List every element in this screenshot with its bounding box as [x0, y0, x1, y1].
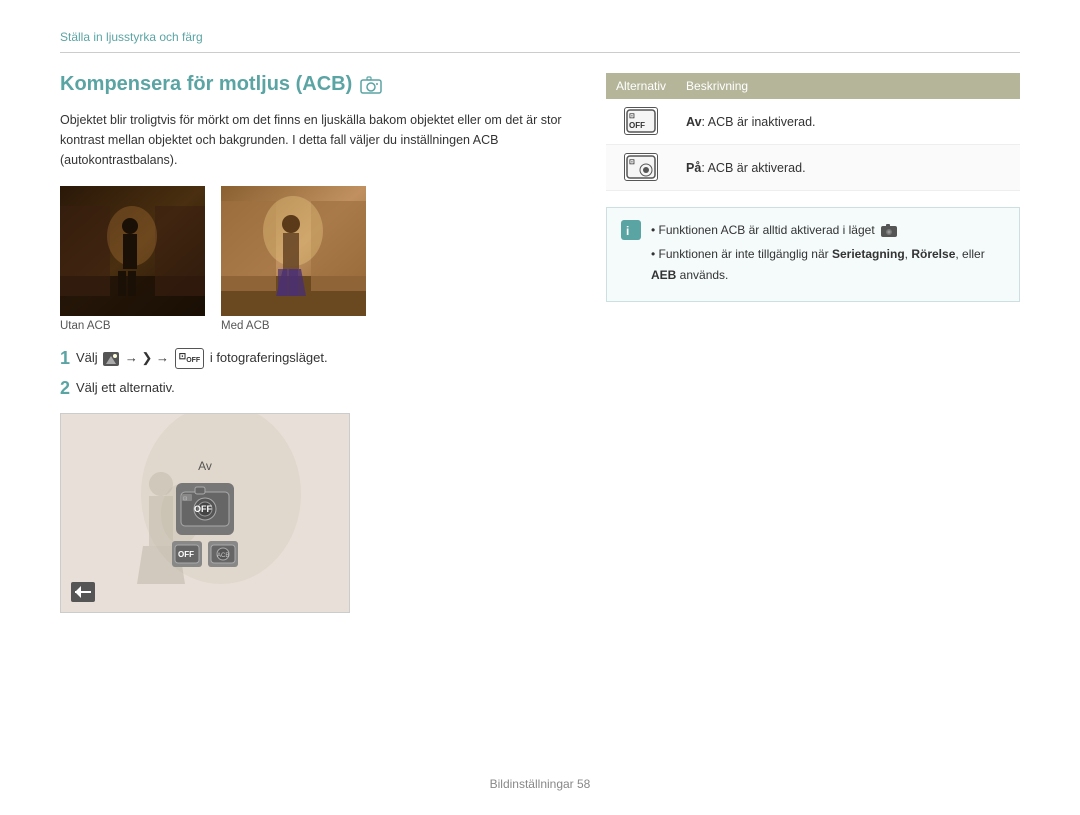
- steps: 1 Välj → ❯ → ⊡OFF: [60, 348, 566, 399]
- photo-label-with: Med ACB: [221, 320, 366, 332]
- dark-photo-svg: [60, 186, 205, 316]
- scene-mode-icon: [103, 352, 119, 366]
- pa-desc: : ACB är aktiverad.: [701, 161, 805, 175]
- table-cell-desc-off: Av: ACB är inaktiverad.: [676, 99, 1020, 145]
- on-icon-svg: ⊡: [626, 155, 656, 179]
- preview-back-button[interactable]: [71, 582, 95, 602]
- svg-text:⊡: ⊡: [629, 159, 635, 166]
- alternatives-table: Alternativ Beskrivning ⊡ OFF: [606, 73, 1020, 191]
- note-bold-serietagning: Serietagning: [832, 247, 905, 261]
- step-2: 2 Välj ett alternativ.: [60, 378, 566, 400]
- table-row: ⊡ På: ACB är aktiverad.: [606, 145, 1020, 191]
- av-bold: Av: [686, 115, 702, 129]
- photo-label-without: Utan ACB: [60, 320, 205, 332]
- svg-text:ACB: ACB: [217, 553, 229, 559]
- note-line-1: • Funktionen ACB är alltid aktiverad i l…: [651, 220, 1005, 240]
- step-1-number: 1: [60, 348, 70, 370]
- step-2-number: 2: [60, 378, 70, 400]
- step-1: 1 Välj → ❯ → ⊡OFF: [60, 348, 566, 370]
- preview-small-icons-row: OFF ACB: [172, 541, 238, 567]
- note-bold-rorelse: Rörelse: [911, 247, 955, 261]
- back-arrow-icon: [74, 585, 92, 599]
- preview-large-acb-icon[interactable]: OFF ⊡: [176, 483, 234, 535]
- camera-preview-box: Av OFF: [60, 413, 350, 613]
- note-line-2: • Funktionen är inte tillgänglig när Ser…: [651, 244, 1005, 285]
- table-row: ⊡ OFF Av: ACB är inaktiverad.: [606, 99, 1020, 145]
- table-cell-icon-on: ⊡: [606, 145, 676, 191]
- title-text: Kompensera för motljus (ACB): [60, 73, 352, 96]
- description-text: Objektet blir troligtvis för mörkt om de…: [60, 110, 566, 170]
- svg-text:⊡: ⊡: [183, 496, 187, 502]
- small-on-icon-svg: ACB: [210, 543, 236, 565]
- content-row: Kompensera för motljus (ACB) Objektet bl…: [60, 73, 1020, 613]
- photo-comparison: Utan ACB: [60, 186, 566, 332]
- table-cell-desc-on: På: ACB är aktiverad.: [676, 145, 1020, 191]
- svg-text:OFF: OFF: [194, 504, 212, 514]
- left-column: Kompensera för motljus (ACB) Objektet bl…: [60, 73, 566, 613]
- page-footer: Bildinställningar 58: [0, 777, 1080, 791]
- note-icon-wrapper: i: [621, 220, 641, 246]
- note-box: i • Funktionen ACB är alltid aktiverad i…: [606, 207, 1020, 302]
- svg-text:⊡: ⊡: [629, 113, 635, 120]
- table-header-alt: Alternativ: [606, 73, 676, 99]
- step-2-text: Välj ett alternativ.: [76, 378, 175, 398]
- acb-icon-svg: OFF ⊡: [179, 486, 231, 532]
- svg-text:i: i: [626, 224, 629, 238]
- step-1-text: Välj → ❯ → ⊡OFF i fotograferingsläget.: [76, 348, 328, 369]
- right-column: Alternativ Beskrivning ⊡ OFF: [606, 73, 1020, 613]
- note-bold-aeb: AEB: [651, 268, 676, 282]
- pa-bold: På: [686, 161, 701, 175]
- svg-text:OFF: OFF: [178, 550, 194, 559]
- svg-text:OFF: OFF: [629, 121, 645, 130]
- note-content: • Funktionen ACB är alltid aktiverad i l…: [651, 220, 1005, 289]
- table-header-desc: Beskrivning: [676, 73, 1020, 99]
- acb-on-icon: ⊡: [624, 153, 658, 181]
- preview-small-icon-off[interactable]: OFF: [172, 541, 202, 567]
- preview-av-label: Av: [198, 459, 212, 473]
- small-off-icon-svg: OFF: [174, 543, 200, 565]
- page-container: Ställa in ljusstyrka och färg Kompensera…: [0, 0, 1080, 815]
- camera-icon: [360, 76, 382, 94]
- breadcrumb: Ställa in ljusstyrka och färg: [60, 30, 1020, 53]
- preview-small-icon-on[interactable]: ACB: [208, 541, 238, 567]
- table-cell-icon-off: ⊡ OFF: [606, 99, 676, 145]
- off-icon-svg: ⊡ OFF: [626, 109, 656, 133]
- page-title: Kompensera för motljus (ACB): [60, 73, 566, 96]
- note-icon: i: [621, 220, 641, 240]
- acb-off-inline-icon: ⊡OFF: [179, 350, 201, 366]
- photo-with-acb: Med ACB: [221, 186, 366, 332]
- photo-without-acb: Utan ACB: [60, 186, 205, 332]
- bright-photo-svg: [221, 186, 366, 316]
- acb-off-icon: ⊡ OFF: [624, 107, 658, 135]
- note-camera-icon: [881, 224, 897, 238]
- av-desc: : ACB är inaktiverad.: [702, 115, 816, 129]
